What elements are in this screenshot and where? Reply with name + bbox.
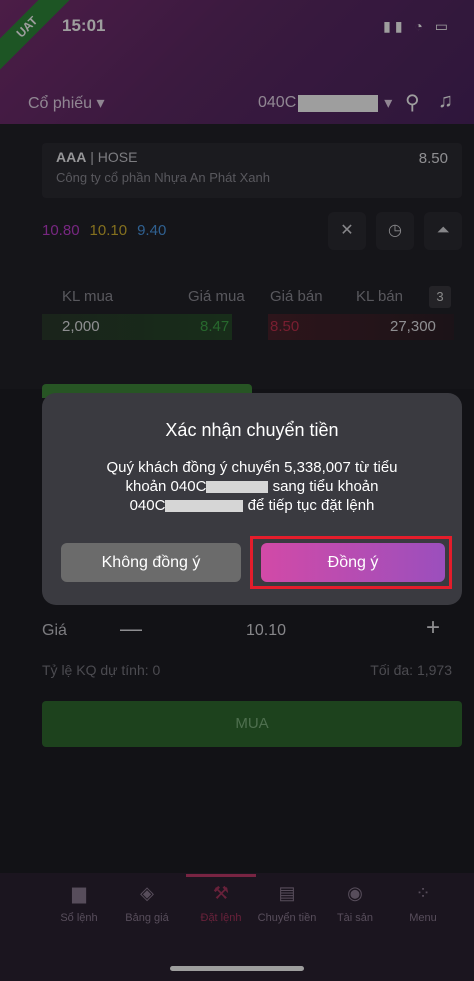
- cancel-button[interactable]: Không đồng ý: [61, 543, 241, 582]
- account-mask: [165, 500, 244, 513]
- account-mask: [206, 481, 269, 494]
- dialog-title: Xác nhận chuyển tiền: [165, 420, 339, 440]
- dialog-line-2: khoản 040C sang tiểu khoản: [125, 478, 379, 495]
- dialog-message: Quý khách đồng ý chuyển 5,338,007 từ tiể…: [70, 458, 434, 515]
- dialog-line-1: Quý khách đồng ý chuyển 5,338,007 từ tiể…: [106, 459, 398, 476]
- confirm-button[interactable]: Đồng ý: [261, 543, 445, 582]
- dialog-line-3: 040C để tiếp tục đặt lệnh: [129, 497, 375, 514]
